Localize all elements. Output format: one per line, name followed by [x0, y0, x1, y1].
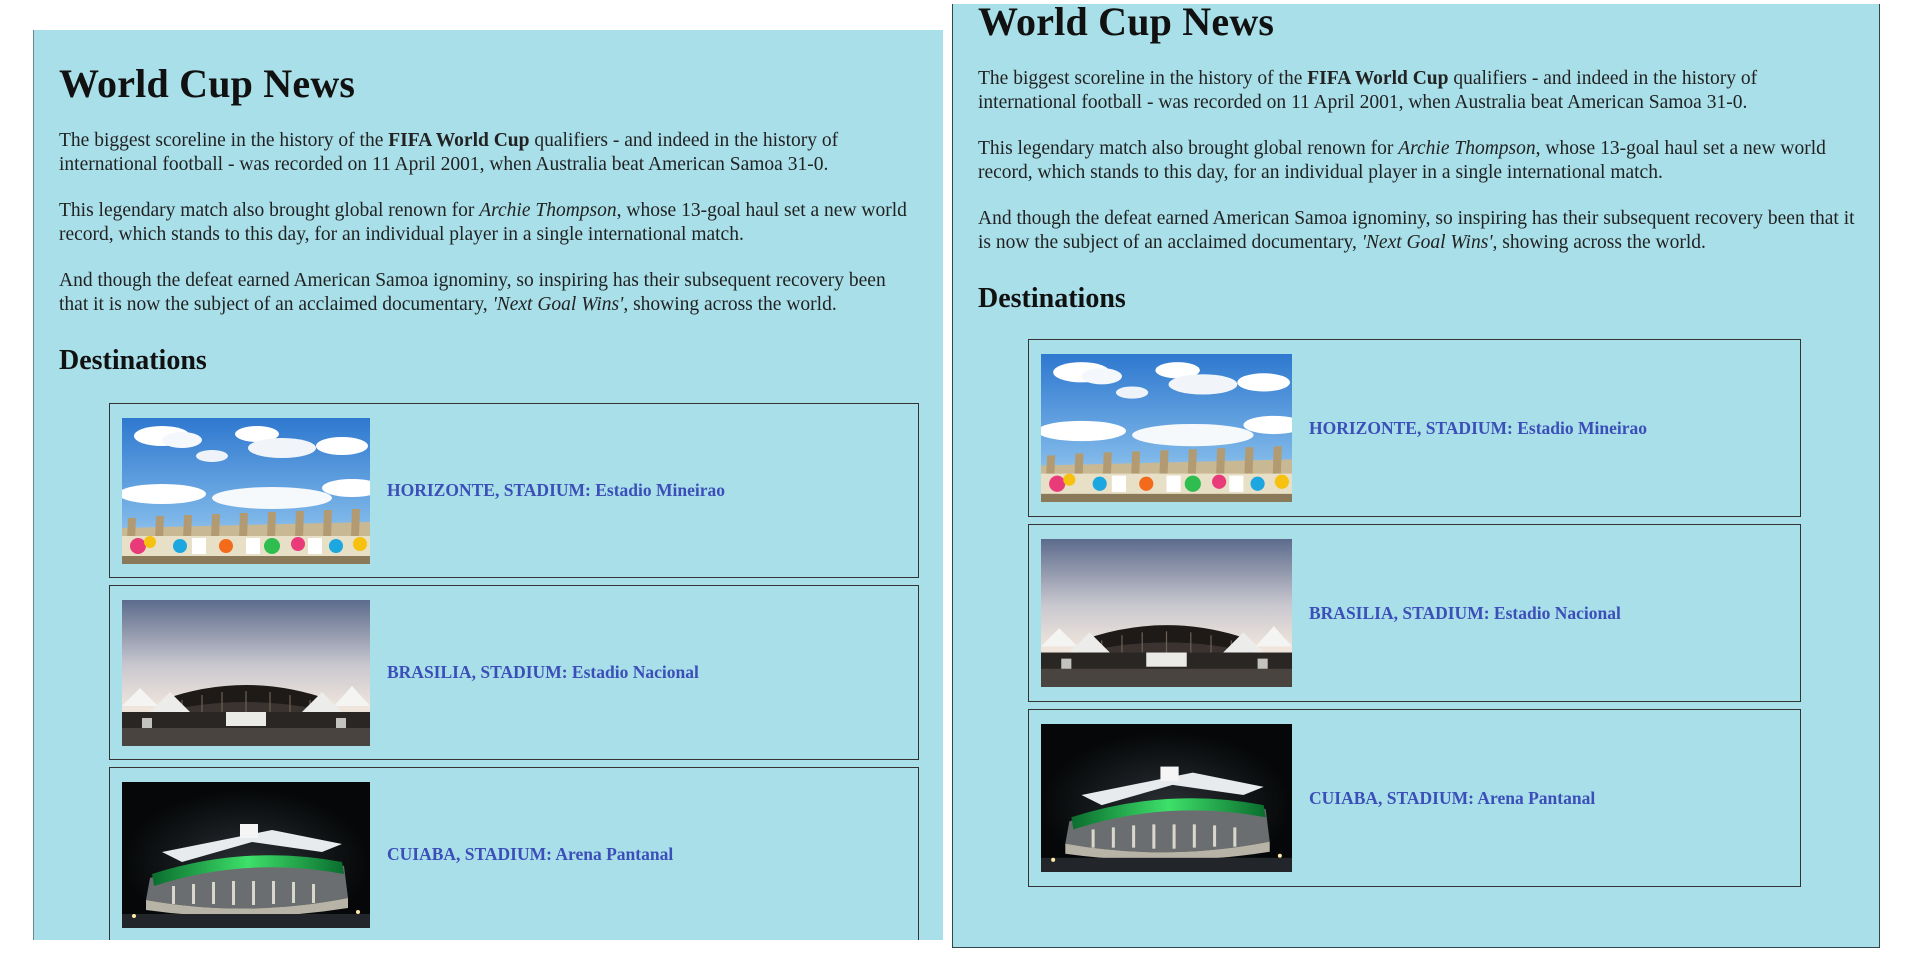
destination-card-mineirao[interactable]: HORIZONTE, STADIUM: Estadio Mineirao: [109, 403, 919, 578]
destinations-list: HORIZONTE, STADIUM: Estadio Mineirao BRA…: [109, 403, 919, 940]
stadium-nacional-image: [1041, 539, 1292, 687]
stadium-mineirao-image: [122, 417, 370, 564]
page-title: World Cup News: [978, 4, 1275, 44]
next-goal-wins-italic: 'Next Goal Wins': [492, 294, 624, 315]
intro-paragraph: The biggest scoreline in the history of …: [59, 129, 919, 177]
next-goal-wins-italic: 'Next Goal Wins': [1361, 232, 1493, 253]
destination-link-mineirao[interactable]: HORIZONTE, STADIUM: Estadio Mineirao: [387, 480, 725, 501]
archie-thompson-italic: Archie Thompson: [479, 200, 617, 221]
destination-card-nacional[interactable]: BRASILIA, STADIUM: Estadio Nacional: [109, 585, 919, 760]
destination-card-nacional[interactable]: BRASILIA, STADIUM: Estadio Nacional: [1028, 524, 1801, 702]
archie-text-pre: This legendary match also brought global…: [59, 200, 480, 221]
destinations-heading: Destinations: [978, 283, 1126, 314]
archie-text-pre: This legendary match also brought global…: [978, 138, 1399, 159]
stadium-mineirao-image: [1041, 354, 1292, 502]
destination-link-nacional[interactable]: BRASILIA, STADIUM: Estadio Nacional: [1309, 603, 1621, 624]
intro-text-pre: The biggest scoreline in the history of …: [978, 68, 1308, 89]
destination-card-pantanal[interactable]: CUIABA, STADIUM: Arena Pantanal: [1028, 709, 1801, 887]
page-panel-left: World Cup News The biggest scoreline in …: [33, 30, 943, 940]
arena-pantanal-image: [1041, 724, 1292, 872]
documentary-text-post: , showing across the world.: [623, 294, 837, 315]
destination-card-mineirao[interactable]: HORIZONTE, STADIUM: Estadio Mineirao: [1028, 339, 1801, 517]
intro-paragraph: The biggest scoreline in the history of …: [978, 67, 1858, 115]
intro-text-pre: The biggest scoreline in the history of …: [59, 130, 389, 151]
destination-card-pantanal[interactable]: CUIABA, STADIUM: Arena Pantanal: [109, 767, 919, 940]
destination-link-pantanal[interactable]: CUIABA, STADIUM: Arena Pantanal: [1309, 788, 1595, 809]
documentary-text-post: , showing across the world.: [1492, 232, 1706, 253]
archie-thompson-italic: Archie Thompson: [1398, 138, 1536, 159]
destination-link-pantanal[interactable]: CUIABA, STADIUM: Arena Pantanal: [387, 844, 673, 865]
fifa-world-cup-bold: FIFA World Cup: [388, 130, 530, 151]
arena-pantanal-image: [122, 781, 370, 928]
destination-link-mineirao[interactable]: HORIZONTE, STADIUM: Estadio Mineirao: [1309, 418, 1647, 439]
stadium-nacional-image: [122, 599, 370, 746]
page-title: World Cup News: [59, 61, 356, 106]
documentary-paragraph: And though the defeat earned American Sa…: [978, 207, 1858, 255]
page-panel-right: World Cup News The biggest scoreline in …: [952, 4, 1880, 948]
destination-link-nacional[interactable]: BRASILIA, STADIUM: Estadio Nacional: [387, 662, 699, 683]
documentary-paragraph: And though the defeat earned American Sa…: [59, 269, 919, 317]
archie-paragraph: This legendary match also brought global…: [978, 137, 1858, 185]
fifa-world-cup-bold: FIFA World Cup: [1307, 68, 1449, 89]
archie-paragraph: This legendary match also brought global…: [59, 199, 919, 247]
destinations-list: HORIZONTE, STADIUM: Estadio Mineirao BRA…: [1028, 339, 1858, 887]
page-content: World Cup News The biggest scoreline in …: [978, 4, 1858, 894]
page-content: World Cup News The biggest scoreline in …: [59, 60, 919, 940]
destinations-heading: Destinations: [59, 345, 207, 376]
